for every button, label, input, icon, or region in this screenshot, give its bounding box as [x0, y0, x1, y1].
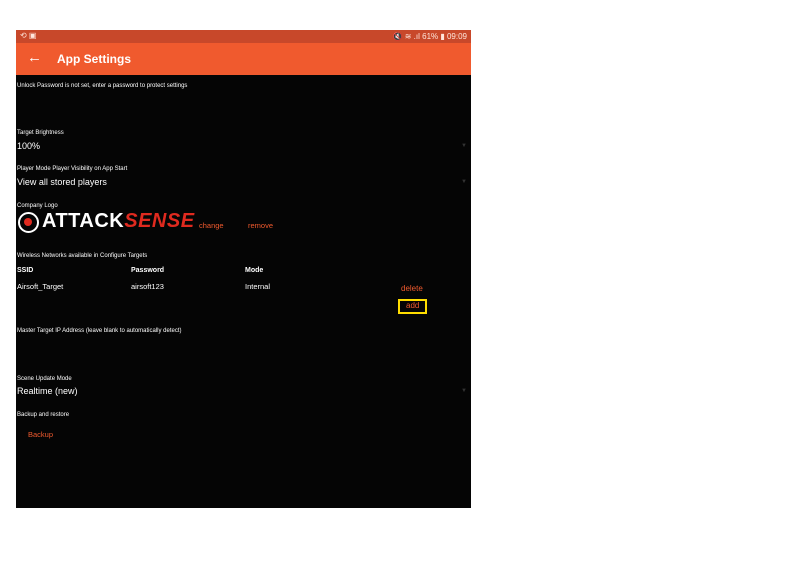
- player-mode-label: Player Mode Player Visibility on App Sta…: [17, 166, 128, 172]
- column-header-password: Password: [131, 267, 165, 274]
- status-bar: ⟲ ▣ 🔇 ≋ .ıl 61% ▮ 09:09: [16, 30, 471, 43]
- status-indicators: 🔇 ≋ .ıl 61% ▮ 09:09: [392, 32, 467, 41]
- company-logo-image: ATTACKSENSE: [18, 210, 194, 235]
- unlock-password-field[interactable]: Unlock Password is not set, enter a pass…: [17, 83, 187, 89]
- brightness-label: Target Brightness: [17, 130, 64, 136]
- notification-icons: ⟲ ▣: [20, 31, 37, 40]
- column-header-mode: Mode: [245, 267, 264, 274]
- company-logo-label: Company Logo: [17, 203, 58, 209]
- column-header-ssid: SSID: [17, 267, 34, 274]
- table-cell-password: airsoft123: [131, 282, 164, 291]
- target-logo-icon: [18, 212, 39, 233]
- table-cell-mode: Internal: [245, 282, 271, 291]
- delete-network-button[interactable]: delete: [401, 284, 423, 293]
- logo-text: ATTACKSENSE: [42, 210, 195, 232]
- page-title: App Settings: [57, 52, 131, 66]
- change-logo-button[interactable]: change: [199, 221, 224, 230]
- scene-update-label: Scene Update Mode: [17, 376, 72, 382]
- app-bar: ← App Settings: [16, 43, 471, 75]
- scene-update-select[interactable]: Realtime (new): [17, 386, 78, 396]
- back-arrow-icon[interactable]: ←: [27, 50, 42, 65]
- triangle-down-icon[interactable]: ▼: [461, 388, 467, 394]
- master-ip-field[interactable]: Master Target IP Address (leave blank to…: [17, 328, 182, 334]
- table-cell-ssid: Airsoft_Target: [17, 282, 64, 291]
- player-mode-select[interactable]: View all stored players: [17, 177, 107, 187]
- remove-logo-button[interactable]: remove: [248, 221, 273, 230]
- triangle-down-icon[interactable]: ▼: [461, 179, 467, 185]
- brightness-select[interactable]: 100%: [17, 141, 40, 151]
- backup-button[interactable]: Backup: [28, 430, 53, 439]
- add-network-button[interactable]: add: [406, 301, 419, 310]
- phone-screen: ⟲ ▣ 🔇 ≋ .ıl 61% ▮ 09:09 ← App Settings U…: [16, 30, 471, 508]
- backup-restore-label: Backup and restore: [17, 412, 70, 418]
- triangle-down-icon[interactable]: ▼: [461, 143, 467, 149]
- wireless-networks-label: Wireless Networks available in Configure…: [17, 253, 148, 259]
